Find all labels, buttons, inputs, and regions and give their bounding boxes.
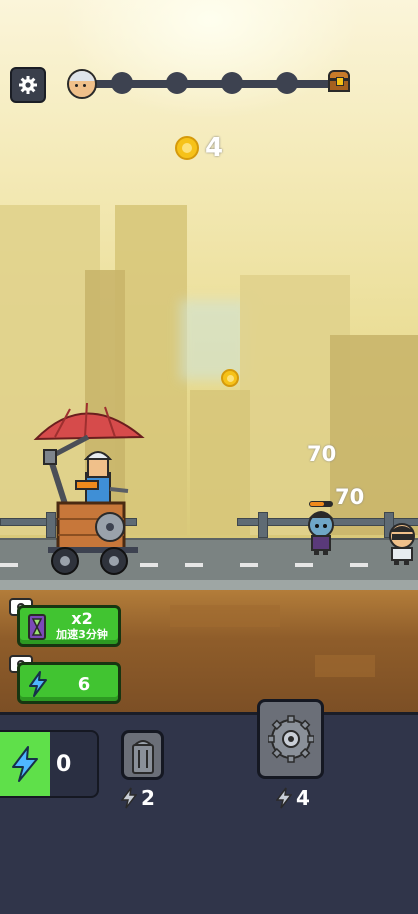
lightning-icon <box>12 746 38 782</box>
trash-can-cost: 2 <box>121 786 155 810</box>
hourglass-icon <box>28 614 46 640</box>
trash-can-cost-value: 2 <box>141 786 155 810</box>
lane-dash <box>0 563 18 567</box>
speed-caption: 加速3分钟 <box>56 628 108 641</box>
energy-ad-value: 6 <box>77 674 91 695</box>
settings-button[interactable] <box>10 67 46 103</box>
lane-dash <box>295 563 313 567</box>
coin-counter: 4 <box>175 133 223 163</box>
damage-number: 70 <box>335 485 365 509</box>
treasure-chest-icon <box>326 68 352 94</box>
zombie-enemy[interactable] <box>384 520 418 566</box>
dirt-block <box>170 605 280 627</box>
lightning-icon <box>121 787 137 809</box>
lightning-icon <box>276 787 292 809</box>
progress-node <box>166 72 188 94</box>
lane-dash <box>240 563 258 567</box>
energy-count: 0 <box>56 752 72 777</box>
curb <box>0 580 418 590</box>
speed-multiplier: x2 <box>71 609 93 628</box>
trash-can-icon <box>132 740 154 774</box>
gear-icon <box>19 76 37 94</box>
lane-dash <box>350 563 368 567</box>
progress-node <box>111 72 133 94</box>
rail-post <box>258 512 268 538</box>
saw-blade-icon <box>268 715 314 763</box>
player-cart <box>33 402 145 575</box>
dirt-block <box>315 655 375 677</box>
speed-boost-button[interactable]: x2 加速3分钟 <box>17 605 121 647</box>
energy-ad-button[interactable]: 6 <box>17 662 121 704</box>
progress-node <box>221 72 243 94</box>
damage-number: 70 <box>307 442 337 466</box>
zombie-enemy[interactable] <box>303 500 339 556</box>
game-screen: 4 70 70 x2 加速3分钟 6 0 2 4 <box>0 0 418 914</box>
player-head-icon <box>67 69 97 99</box>
trash-can-slot[interactable] <box>121 730 164 780</box>
lightning-icon <box>29 671 47 697</box>
saw-blade-slot[interactable] <box>257 699 324 779</box>
coin-icon <box>175 136 199 160</box>
sun-glow <box>60 0 360 120</box>
coin-pickup[interactable] <box>221 369 239 387</box>
lane-dash <box>185 563 203 567</box>
level-progress <box>67 69 350 99</box>
saw-blade-cost-value: 4 <box>296 786 310 810</box>
coin-count: 4 <box>205 133 224 163</box>
building <box>190 390 250 535</box>
progress-node <box>276 72 298 94</box>
saw-blade-cost: 4 <box>276 786 310 810</box>
energy-meter: 0 <box>0 730 99 798</box>
